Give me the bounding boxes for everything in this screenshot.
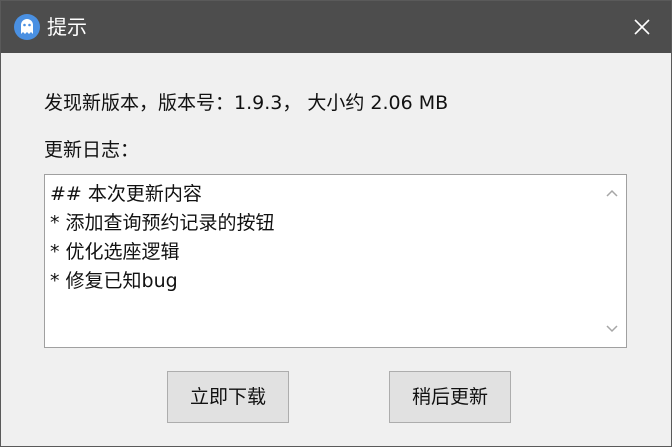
version-info-text: 发现新版本，版本号：1.9.3， 大小约 2.06 MB (44, 92, 449, 114)
changelog-label: 更新日志： (44, 139, 140, 161)
changelog-content: ## 本次更新内容 * 添加查询预约记录的按钮 * 优化选座逻辑 * 修复已知b… (50, 180, 596, 296)
changelog-line: * 添加查询预约记录的按钮 (50, 212, 275, 234)
download-now-button[interactable]: 立即下载 (167, 371, 289, 423)
update-dialog: 提示 发现新版本，版本号：1.9.3， 大小约 2.06 MB 更新日志： ##… (0, 0, 672, 447)
chevron-down-icon[interactable] (602, 319, 622, 339)
changelog-line: * 优化选座逻辑 (50, 241, 180, 263)
title-bar[interactable]: 提示 (1, 1, 671, 53)
close-icon[interactable] (627, 12, 657, 42)
window-title: 提示 (47, 15, 87, 39)
changelog-textarea[interactable]: ## 本次更新内容 * 添加查询预约记录的按钮 * 优化选座逻辑 * 修复已知b… (44, 174, 627, 348)
ghost-icon (14, 14, 40, 40)
changelog-line: * 修复已知bug (50, 270, 178, 292)
vertical-scrollbar[interactable] (598, 175, 626, 347)
update-later-button[interactable]: 稍后更新 (389, 371, 511, 423)
chevron-up-icon[interactable] (602, 183, 622, 203)
changelog-line: ## 本次更新内容 (50, 183, 202, 205)
